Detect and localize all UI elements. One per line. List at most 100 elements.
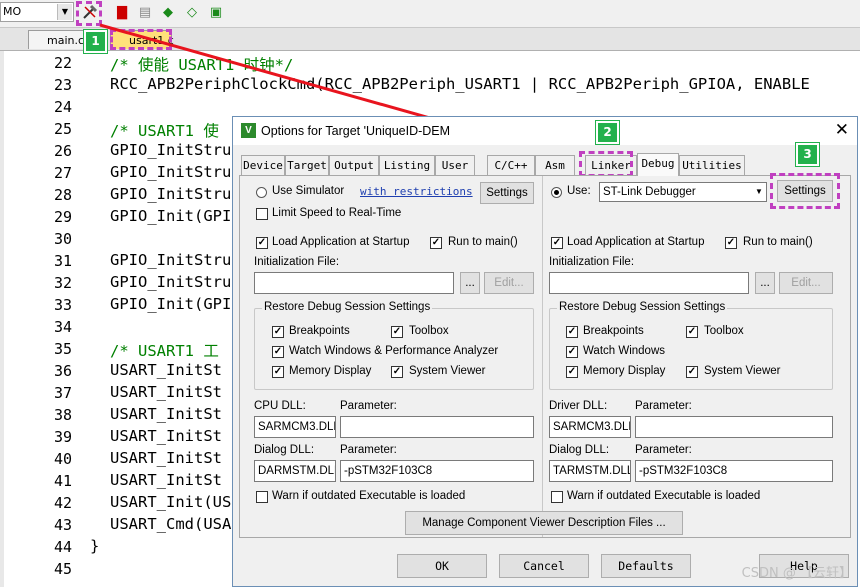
batch-icon[interactable]: ▤ [135, 3, 155, 23]
init-file-edit-button[interactable]: Edit... [779, 272, 833, 294]
use-simulator-radio[interactable] [256, 187, 267, 198]
code-line[interactable]: USART_InitSt [110, 361, 222, 379]
tab-cc[interactable]: C/C++ [487, 155, 535, 175]
watch-checkbox[interactable]: ✓ [272, 346, 284, 358]
run-main-checkbox[interactable]: ✓ [725, 237, 737, 249]
debugger-select[interactable]: ST-Link Debugger ▼ [599, 182, 767, 202]
memory-checkbox[interactable]: ✓ [272, 366, 284, 378]
init-file-input[interactable] [254, 272, 454, 294]
line-number: 29 [53, 208, 72, 226]
init-file-edit-button[interactable]: Edit... [484, 272, 534, 294]
code-comment[interactable]: /* 使能 USART1 时钟*/ [110, 53, 293, 75]
warn-checkbox[interactable] [551, 491, 563, 503]
code-line[interactable]: GPIO_InitStru [110, 185, 231, 203]
sysviewer-checkbox[interactable]: ✓ [686, 366, 698, 378]
init-file-browse-button[interactable]: ... [755, 272, 775, 294]
manage-icon[interactable]: ◇ [182, 3, 202, 23]
close-icon[interactable]: ✕ [835, 120, 849, 140]
line-number: 41 [53, 472, 72, 490]
tab-device[interactable]: Device [241, 155, 285, 175]
init-file-browse-button[interactable]: ... [460, 272, 480, 294]
code-line[interactable]: GPIO_Init(GPI [110, 295, 231, 313]
line-number: 39 [53, 428, 72, 446]
dialog-dll-input[interactable]: DARMSTM.DLL [254, 460, 336, 482]
code-line[interactable]: USART_InitSt [110, 427, 222, 445]
debug-tab-panel: Use Simulator with restrictions Settings… [239, 173, 851, 538]
tab-debug[interactable]: Debug [637, 153, 679, 176]
code-line[interactable]: USART_InitSt [110, 449, 222, 467]
simulator-settings-button[interactable]: Settings [480, 182, 534, 204]
driver-param-input[interactable] [635, 416, 833, 438]
code-line[interactable]: USART_InitSt [110, 383, 222, 401]
restore-settings-group: Restore Debug Session Settings ✓ Breakpo… [549, 301, 833, 390]
load-app-checkbox[interactable]: ✓ [551, 237, 563, 249]
limit-speed-label: Limit Speed to Real-Time [272, 207, 402, 219]
sysviewer-checkbox[interactable]: ✓ [391, 366, 403, 378]
defaults-button[interactable]: Defaults [601, 554, 691, 578]
chevron-down-icon[interactable]: ▼ [57, 4, 72, 20]
toolbox-checkbox[interactable]: ✓ [686, 326, 698, 338]
code-comment[interactable]: /* USART1 工 [110, 339, 219, 361]
tab-asm[interactable]: Asm [535, 155, 575, 175]
keil-logo-icon: V [241, 123, 256, 138]
run-main-label: Run to main() [448, 236, 518, 248]
code-comment[interactable]: /* USART1 使 [110, 119, 219, 141]
watermark: CSDN @ 【云轩】 [741, 566, 852, 581]
tab-user[interactable]: User [435, 155, 475, 175]
run-main-checkbox[interactable]: ✓ [430, 237, 442, 249]
pack-icon[interactable]: ▣ [206, 3, 226, 23]
cpu-param-input[interactable] [340, 416, 534, 438]
tab-output[interactable]: Output [329, 155, 379, 175]
breakpoints-checkbox[interactable]: ✓ [566, 326, 578, 338]
watch-checkbox[interactable]: ✓ [566, 346, 578, 358]
tab-target[interactable]: Target [285, 155, 329, 175]
use-debugger-radio[interactable] [551, 187, 562, 198]
code-line[interactable]: RCC_APB2PeriphClockCmd(RCC_APB2Periph_US… [110, 75, 810, 93]
cpu-dll-input[interactable]: SARMCM3.DLL [254, 416, 336, 438]
target-select[interactable]: MO ▼ [0, 2, 74, 22]
toolbox-checkbox[interactable]: ✓ [391, 326, 403, 338]
ok-button[interactable]: OK [397, 554, 487, 578]
dialog-param-input[interactable]: -pSTM32F103C8 [340, 460, 534, 482]
chevron-down-icon[interactable]: ▼ [752, 183, 766, 201]
build-icon[interactable]: ▇ [112, 3, 132, 23]
code-line[interactable]: GPIO_InitStru [110, 141, 231, 159]
code-line[interactable]: USART_InitSt [110, 471, 222, 489]
code-line[interactable]: GPIO_InitStru [110, 273, 231, 291]
line-number: 28 [53, 186, 72, 204]
driver-dll-input[interactable]: SARMCM3.DLL [549, 416, 631, 438]
cpu-dll-label: CPU DLL: [254, 400, 306, 412]
tab-utilities[interactable]: Utilities [679, 155, 745, 175]
dialog-dll-label: Dialog DLL: [549, 444, 610, 456]
cancel-button[interactable]: Cancel [499, 554, 589, 578]
code-line[interactable]: GPIO_Init(GPI [110, 207, 231, 225]
line-gutter: 22 23 24 25 26 27 28 29 30 31 32 33 34 35 36 37 38 39 40 41… [0, 51, 82, 587]
driver-dll-label: Driver DLL: [549, 400, 608, 412]
code-line[interactable]: } [90, 537, 99, 555]
limit-speed-checkbox[interactable] [256, 208, 268, 220]
code-line[interactable]: GPIO_InitStru [110, 251, 231, 269]
memory-checkbox[interactable]: ✓ [566, 366, 578, 378]
line-number: 42 [53, 494, 72, 512]
code-line[interactable]: GPIO_InitStru [110, 163, 231, 181]
dialog-dll-input[interactable]: TARMSTM.DLL [549, 460, 631, 482]
line-number: 23 [53, 76, 72, 94]
warn-label: Warn if outdated Executable is loaded [567, 490, 761, 502]
with-restrictions-link[interactable]: with restrictions [360, 185, 473, 198]
dialog-param-label: Parameter: [635, 444, 692, 456]
code-line[interactable]: USART_Cmd(USA [110, 515, 231, 533]
target-select-value: MO [3, 5, 22, 18]
tab-listing[interactable]: Listing [379, 155, 435, 175]
dialog-titlebar[interactable]: V Options for Target 'UniqueID-DEM ✕ [233, 117, 857, 145]
toolbar: MO ▼ ▇ ▤ ◆ ◇ ▣ [0, 0, 860, 28]
code-line[interactable]: USART_Init(US [110, 493, 231, 511]
manage-component-viewer-button[interactable]: Manage Component Viewer Description File… [405, 511, 683, 535]
code-line[interactable]: USART_InitSt [110, 405, 222, 423]
init-file-label: Initialization File: [549, 256, 635, 268]
download-icon[interactable]: ◆ [158, 3, 178, 23]
init-file-input[interactable] [549, 272, 749, 294]
breakpoints-checkbox[interactable]: ✓ [272, 326, 284, 338]
warn-checkbox[interactable] [256, 491, 268, 503]
dialog-param-input[interactable]: -pSTM32F103C8 [635, 460, 833, 482]
load-app-checkbox[interactable]: ✓ [256, 237, 268, 249]
